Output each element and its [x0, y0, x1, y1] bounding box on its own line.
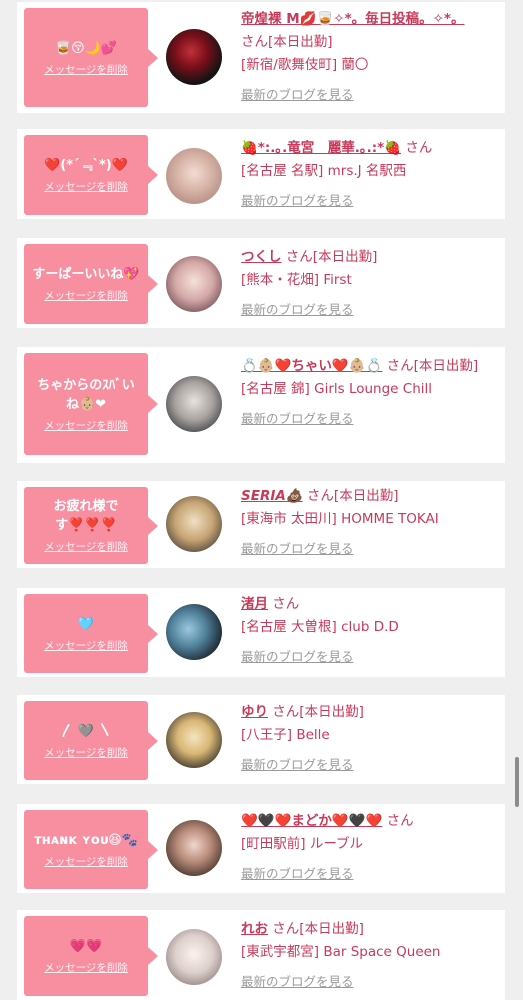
shop-name: [熊本・花畑] First [241, 272, 352, 288]
avatar[interactable] [166, 929, 222, 985]
message-text: 💗💗 [69, 939, 103, 954]
avatar[interactable] [166, 712, 222, 768]
profile-suffix: さん[本日出勤] [285, 249, 378, 265]
message-bubble: ちゃからのｽﾊﾞいね👶🏼❤ メッセージを削除 [24, 353, 158, 455]
message-text: ❤️(*´﹃`*)❤️ [44, 158, 128, 173]
message-bubble: 🥃😚🌙💕 メッセージを削除 [24, 8, 158, 107]
profile-suffix: さん[本日出勤] [241, 34, 333, 50]
delete-message-link[interactable]: メッセージを削除 [44, 745, 128, 760]
shop-name: [名古屋 名駅] mrs.J 名駅西 [241, 163, 407, 179]
profile-info: 💍👶🏼❤️ちゃい❤️👶🏼💍 さん[本日出勤] [名古屋 錦] Girls Lou… [241, 355, 497, 430]
profile-suffix: さん[本日出勤] [272, 704, 364, 720]
profile-name[interactable]: ゆり [241, 704, 268, 720]
profile-suffix: さん[本日出勤] [272, 921, 364, 937]
profile-name[interactable]: 🍓*:.｡.竜宮 麗華.｡.:*🍓 [241, 140, 401, 156]
list-item: すーぱーいいね💖 メッセージを削除 つくし さん[本日出勤] [熊本・花畑] F… [17, 238, 505, 328]
list-item: ❤️(*´﹃`*)❤️ メッセージを削除 🍓*:.｡.竜宮 麗華.｡.:*🍓 さ… [17, 129, 505, 219]
message-text: ちゃからのｽﾊﾞいね👶🏼❤ [37, 377, 135, 412]
avatar[interactable] [166, 148, 222, 204]
delete-message-link[interactable]: メッセージを削除 [44, 960, 128, 975]
list-item: 💗💗 メッセージを削除 れお さん[本日出勤] [東武宇都宮] Bar Spac… [17, 910, 505, 1000]
message-text: 〳 🩶 〵 [60, 723, 112, 739]
profile-info: 帝煌裸 M💋🥃✧*。毎日投稿。✧*。 さん[本日出勤] [新宿/歌舞伎町] 蘭〇… [241, 8, 497, 106]
shop-name: [東海市 太田川] HOMME TOKAI [241, 511, 439, 527]
profile-suffix: さん [386, 813, 414, 829]
latest-blog-link[interactable]: 最新のブログを見る [241, 537, 497, 560]
profile-info: れお さん[本日出勤] [東武宇都宮] Bar Space Queen 最新のブ… [241, 918, 497, 993]
message-bubble: ❤️(*´﹃`*)❤️ メッセージを削除 [24, 135, 158, 215]
latest-blog-link[interactable]: 最新のブログを見る [241, 298, 497, 321]
latest-blog-link[interactable]: 最新のブログを見る [241, 83, 497, 106]
latest-blog-link[interactable]: 最新のブログを見る [241, 862, 497, 885]
shop-name: [町田駅前] ルーブル [241, 836, 364, 852]
profile-suffix: さん[本日出勤] [306, 488, 399, 504]
profile-name[interactable]: SERIA💩 [241, 488, 303, 504]
profile-suffix: さん [272, 596, 300, 612]
profile-info: ゆり さん[本日出勤] [八王子] Belle 最新のブログを見る [241, 701, 497, 776]
avatar[interactable] [166, 820, 222, 876]
message-text: 🥃😚🌙💕 [54, 40, 118, 56]
message-text: すーぱーいいね💖 [32, 267, 140, 282]
message-text: お疲れ様です❣️❣️❣️ [53, 499, 119, 533]
profile-name[interactable]: つくし [241, 249, 282, 265]
delete-message-link[interactable]: メッセージを削除 [44, 62, 128, 77]
avatar[interactable] [166, 496, 222, 552]
delete-message-link[interactable]: メッセージを削除 [44, 179, 128, 194]
profile-suffix: さん [405, 140, 433, 156]
profile-name[interactable]: 帝煌裸 M💋🥃✧*。毎日投稿。✧*。 [241, 11, 465, 27]
profile-name[interactable]: れお [241, 921, 268, 937]
avatar[interactable] [166, 604, 222, 660]
list-item: お疲れ様です❣️❣️❣️ メッセージを削除 SERIA💩 さん[本日出勤] [東… [17, 481, 505, 568]
list-item: ᴛʜᴀɴᴋ ʏᴏᴜ😆🐾 メッセージを削除 ❤️🖤❤️まどか❤️🖤❤️ さん [町… [17, 804, 505, 893]
delete-message-link[interactable]: メッセージを削除 [44, 539, 128, 554]
latest-blog-link[interactable]: 最新のブログを見る [241, 189, 497, 212]
message-bubble: すーぱーいいね💖 メッセージを削除 [24, 244, 158, 324]
profile-info: ❤️🖤❤️まどか❤️🖤❤️ さん [町田駅前] ルーブル 最新のブログを見る [241, 810, 497, 885]
shop-name: [八王子] Belle [241, 727, 330, 743]
profile-info: 渚月 さん [名古屋 大曽根] club D.D 最新のブログを見る [241, 593, 497, 668]
list-item: 〳 🩶 〵 メッセージを削除 ゆり さん[本日出勤] [八王子] Belle 最… [17, 695, 505, 784]
list-item: 🩵 メッセージを削除 渚月 さん [名古屋 大曽根] club D.D 最新のブ… [17, 588, 505, 677]
shop-name: [東武宇都宮] Bar Space Queen [241, 944, 441, 960]
avatar[interactable] [166, 376, 222, 432]
delete-message-link[interactable]: メッセージを削除 [44, 288, 128, 303]
latest-blog-link[interactable]: 最新のブログを見る [241, 407, 497, 430]
delete-message-link[interactable]: メッセージを削除 [44, 418, 128, 433]
profile-name[interactable]: 渚月 [241, 596, 268, 612]
list-item: ちゃからのｽﾊﾞいね👶🏼❤ メッセージを削除 💍👶🏼❤️ちゃい❤️👶🏼💍 さん[… [17, 347, 505, 463]
profile-info: 🍓*:.｡.竜宮 麗華.｡.:*🍓 さん [名古屋 名駅] mrs.J 名駅西 … [241, 137, 497, 212]
shop-name: [新宿/歌舞伎町] 蘭〇 [241, 57, 369, 73]
shop-name: [名古屋 錦] Girls Lounge Chill [241, 381, 433, 397]
message-bubble: 🩵 メッセージを削除 [24, 594, 158, 673]
message-text: ᴛʜᴀɴᴋ ʏᴏᴜ😆🐾 [34, 832, 138, 848]
delete-message-link[interactable]: メッセージを削除 [44, 854, 128, 869]
list-item: 🥃😚🌙💕 メッセージを削除 帝煌裸 M💋🥃✧*。毎日投稿。✧*。 さん[本日出勤… [17, 2, 505, 113]
profile-name[interactable]: 💍👶🏼❤️ちゃい❤️👶🏼💍 [241, 358, 382, 374]
shop-name: [名古屋 大曽根] club D.D [241, 619, 399, 635]
avatar[interactable] [166, 256, 222, 312]
profile-name[interactable]: ❤️🖤❤️まどか❤️🖤❤️ [241, 813, 382, 829]
latest-blog-link[interactable]: 最新のブログを見る [241, 753, 497, 776]
avatar[interactable] [166, 29, 222, 85]
latest-blog-link[interactable]: 最新のブログを見る [241, 645, 497, 668]
profile-info: SERIA💩 さん[本日出勤] [東海市 太田川] HOMME TOKAI 最新… [241, 485, 497, 560]
message-bubble: 〳 🩶 〵 メッセージを削除 [24, 701, 158, 780]
delete-message-link[interactable]: メッセージを削除 [44, 638, 128, 653]
message-bubble: 💗💗 メッセージを削除 [24, 916, 158, 996]
latest-blog-link[interactable]: 最新のブログを見る [241, 970, 497, 993]
scrollbar[interactable] [515, 757, 519, 807]
profile-suffix: さん[本日出勤] [386, 358, 479, 374]
message-bubble: お疲れ様です❣️❣️❣️ メッセージを削除 [24, 487, 158, 564]
profile-info: つくし さん[本日出勤] [熊本・花畑] First 最新のブログを見る [241, 246, 497, 321]
message-text: 🩵 [77, 616, 95, 632]
message-bubble: ᴛʜᴀɴᴋ ʏᴏᴜ😆🐾 メッセージを削除 [24, 810, 158, 889]
